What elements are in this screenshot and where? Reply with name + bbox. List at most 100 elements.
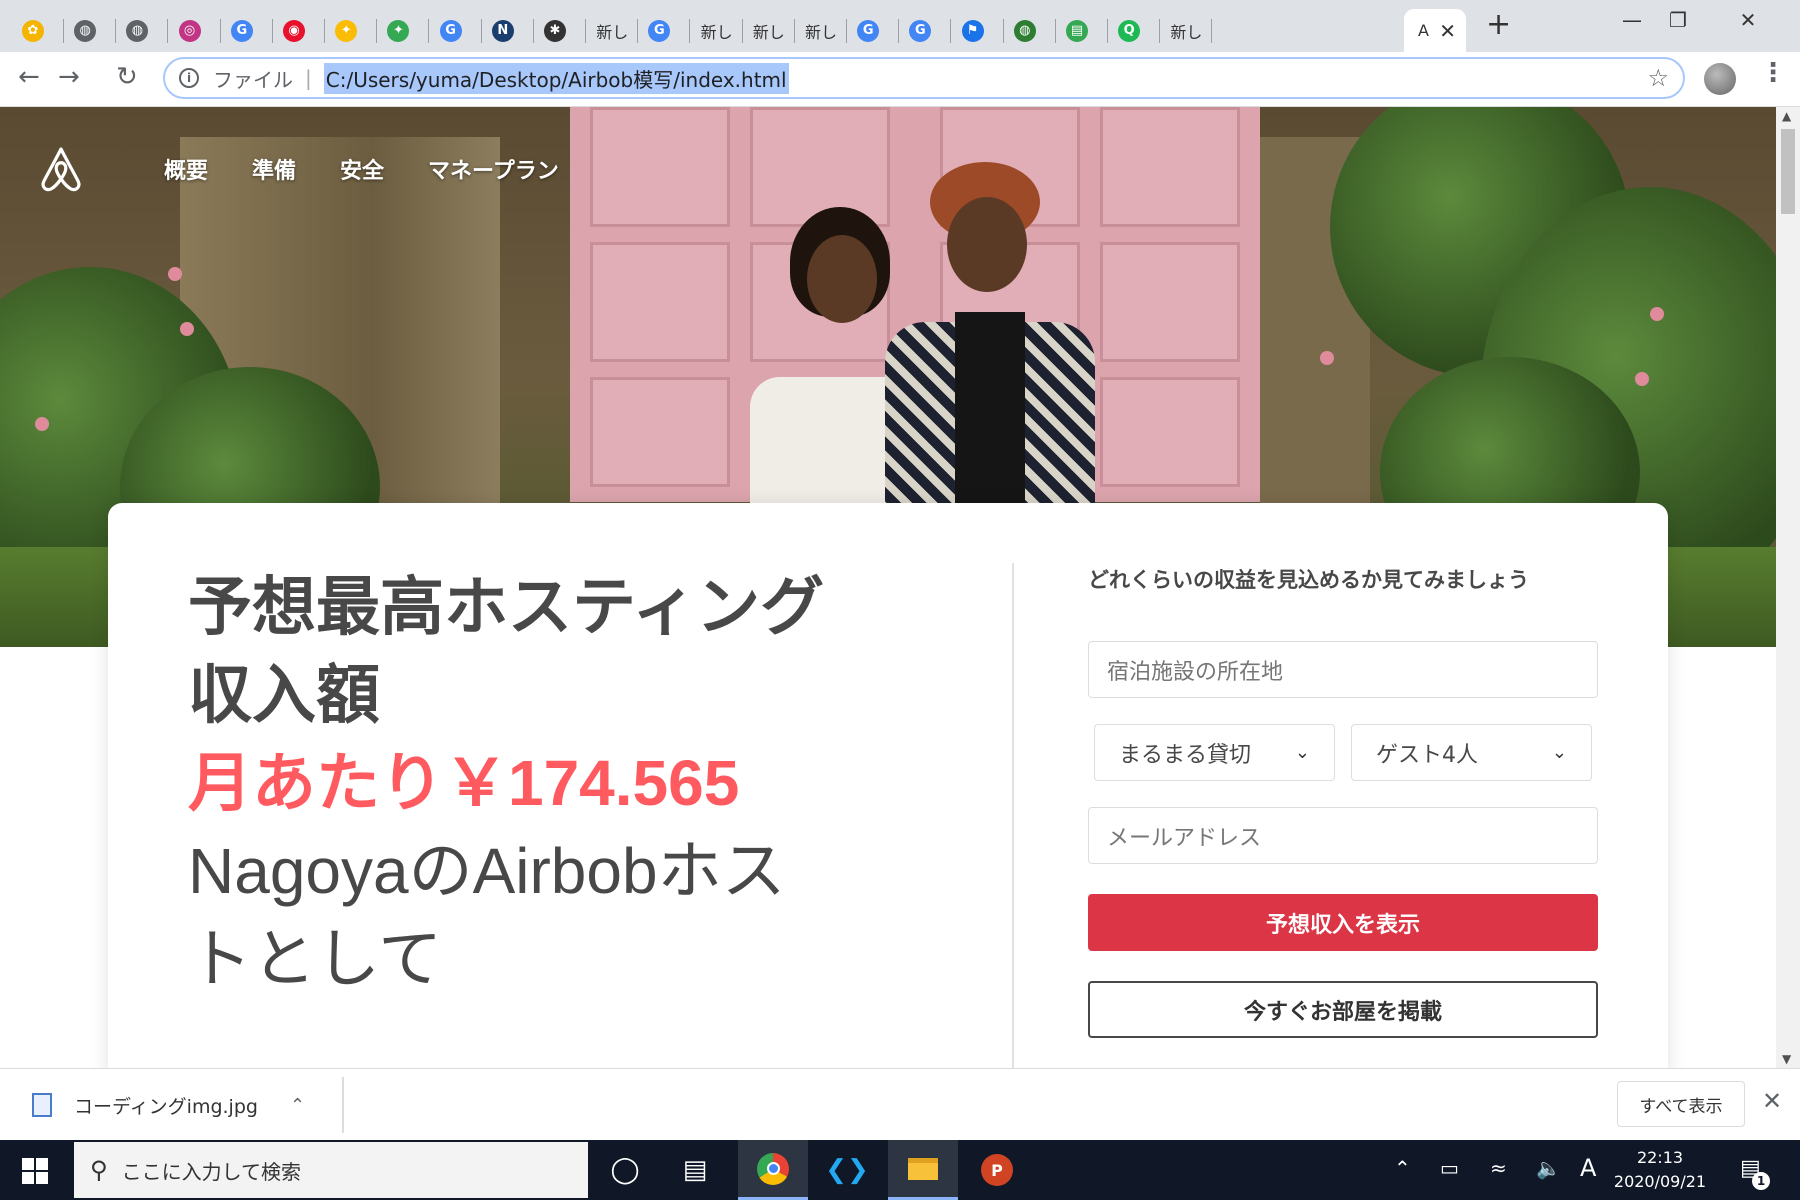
task-view-icon[interactable]: ▤ <box>660 1140 730 1200</box>
browser-toolbar: ← → ↻ i ファイル | C:/Users/yuma/Desktop/Air… <box>0 52 1800 107</box>
tray-chevron-up-icon[interactable]: ⌃ <box>1394 1156 1411 1180</box>
page-viewport: 概要 準備 安全 マネープラン 予想最高ホスティング 収入額 月あたり￥174.… <box>0 107 1776 1068</box>
address-url[interactable]: C:/Users/yuma/Desktop/Airbob模写/index.htm… <box>323 62 789 94</box>
browser-tab[interactable]: G <box>630 9 691 52</box>
headline-line: 予想最高ホスティング <box>188 571 825 643</box>
profile-avatar[interactable] <box>1704 63 1736 95</box>
q-icon: Q <box>1118 19 1141 42</box>
browser-tab[interactable]: 新し <box>578 9 639 52</box>
asterisk-icon: ✱ <box>544 19 566 42</box>
forward-arrow-icon[interactable]: → <box>58 62 80 92</box>
browser-tab[interactable]: G <box>213 9 273 52</box>
image-file-icon <box>32 1093 52 1117</box>
browser-tab[interactable]: N <box>474 9 534 52</box>
airbnb-logo-icon[interactable] <box>38 145 84 193</box>
location-field[interactable]: 宿泊施設の所在地 <box>1088 641 1598 698</box>
chevron-up-icon[interactable]: ⌃ <box>290 1095 305 1116</box>
pinwheel-icon: ✦ <box>387 19 410 42</box>
browser-tab-label: A <box>1418 21 1429 40</box>
address-scheme: ファイル <box>213 67 293 92</box>
list-room-button[interactable]: 今すぐお部屋を掲載 <box>1088 981 1598 1038</box>
download-file-name: コーディングimg.jpg <box>74 1095 258 1118</box>
vscode-icon[interactable]: ❮❯ <box>812 1140 882 1200</box>
browser-tab[interactable]: 新し <box>735 9 795 52</box>
nav-item-overview[interactable]: 概要 <box>164 153 208 185</box>
browser-tab[interactable]: 新し <box>1152 9 1213 52</box>
colorful-icon: ✿ <box>22 19 44 42</box>
show-estimate-button[interactable]: 予想収入を表示 <box>1088 894 1598 951</box>
close-icon[interactable]: ✕ <box>1762 1087 1782 1115</box>
browser-tab[interactable]: ⚑ <box>944 9 1004 52</box>
wifi-icon[interactable]: ≈ <box>1490 1156 1507 1180</box>
target-icon: ◉ <box>283 19 305 42</box>
new-tab-icon[interactable]: + <box>1486 10 1511 40</box>
window-close-icon[interactable]: ✕ <box>1718 8 1778 32</box>
google-icon: G <box>648 19 671 42</box>
close-tab-icon[interactable]: ✕ <box>1439 19 1456 43</box>
browser-tab[interactable]: ◉ <box>265 9 325 52</box>
google-icon: G <box>909 19 932 42</box>
browser-tab-label: 新し <box>596 22 629 42</box>
site-nav: 概要 準備 安全 マネープラン <box>38 145 559 193</box>
browser-tab[interactable]: 新し <box>787 9 847 52</box>
browser-tab[interactable]: G <box>839 9 900 52</box>
browser-tab[interactable]: ✿ <box>4 9 64 52</box>
ime-indicator[interactable]: A <box>1580 1154 1596 1182</box>
nav-item-safety[interactable]: 安全 <box>340 153 384 185</box>
scroll-down-icon[interactable]: ▼ <box>1782 1052 1791 1066</box>
taskbar-search-input[interactable]: ⚲ ここに入力して検索 <box>74 1142 588 1198</box>
volume-icon[interactable]: 🔈 <box>1536 1156 1561 1180</box>
file-explorer-icon[interactable] <box>888 1140 958 1200</box>
download-item[interactable]: コーディングimg.jpg ⌃ <box>22 1077 344 1133</box>
address-bar[interactable]: i ファイル | C:/Users/yuma/Desktop/Airbob模写/… <box>163 57 1685 99</box>
browser-tab[interactable]: 新し <box>683 9 743 52</box>
powerpoint-icon[interactable]: P <box>962 1140 1032 1200</box>
browser-tab[interactable]: Q <box>1100 9 1161 52</box>
browser-tab[interactable]: G <box>891 9 952 52</box>
reload-icon[interactable]: ↻ <box>116 62 138 92</box>
clock-time: 22:13 <box>1636 1148 1684 1167</box>
scroll-up-icon[interactable]: ▲ <box>1782 109 1791 123</box>
guests-select[interactable]: ゲスト4人 ⌄ <box>1351 724 1592 781</box>
page-scrollbar[interactable]: ▲ ▼ <box>1776 107 1800 1068</box>
browser-tab-label: 新し <box>805 22 838 42</box>
browser-menu-icon[interactable]: ⋮ <box>1760 58 1786 88</box>
card-divider <box>1012 563 1014 1068</box>
google-icon: G <box>857 19 880 42</box>
browser-tab-active[interactable]: A ✕ <box>1404 9 1466 52</box>
browser-tab[interactable]: ◎ <box>161 9 221 52</box>
bookmark-star-icon[interactable]: ☆ <box>1647 64 1669 92</box>
browser-tab[interactable]: ◍ <box>996 9 1056 52</box>
back-arrow-icon[interactable]: ← <box>18 62 40 92</box>
nav-item-prepare[interactable]: 準備 <box>252 153 296 185</box>
room-type-select[interactable]: まるまる貸切 ⌄ <box>1094 724 1335 781</box>
address-divider: | <box>305 66 312 90</box>
estimate-form: どれくらいの収益を見込めるか見てみましょう 宿泊施設の所在地 まるまる貸切 ⌄ … <box>1088 563 1598 1038</box>
earnings-card: 予想最高ホスティング 収入額 月あたり￥174.565 NagoyaのAirbo… <box>108 503 1668 1068</box>
browser-tab[interactable]: ◍ <box>108 9 169 52</box>
browser-tab-label: 新し <box>752 22 785 42</box>
info-icon[interactable]: i <box>179 68 199 88</box>
chrome-icon[interactable] <box>738 1140 808 1200</box>
maximize-icon[interactable]: ❐ <box>1648 8 1708 32</box>
browser-tab[interactable]: ✱ <box>526 9 586 52</box>
browser-tab[interactable]: ◍ <box>56 9 117 52</box>
cortana-icon[interactable]: ◯ <box>590 1140 660 1200</box>
browser-tab[interactable]: ▤ <box>1048 9 1108 52</box>
browser-tab[interactable]: G <box>422 9 482 52</box>
browser-tab[interactable]: ✦ <box>317 9 378 52</box>
taskbar-clock[interactable]: 22:13 2020/09/21 <box>1610 1146 1710 1194</box>
chevron-down-icon: ⌄ <box>1294 742 1310 763</box>
show-all-downloads-button[interactable]: すべて表示 <box>1617 1081 1745 1127</box>
battery-icon[interactable]: ▭ <box>1440 1156 1459 1180</box>
google-icon: G <box>230 19 253 42</box>
chevron-down-icon: ⌄ <box>1551 742 1567 763</box>
scroll-thumb[interactable] <box>1781 129 1795 214</box>
email-field[interactable]: メールアドレス <box>1088 807 1598 864</box>
monthly-earnings: 月あたり￥174.565 <box>188 747 740 819</box>
windows-start-icon[interactable] <box>22 1158 48 1184</box>
google-icon: G <box>439 19 462 42</box>
nav-item-money-plan[interactable]: マネープラン <box>428 153 559 185</box>
tab-separator <box>1211 19 1213 43</box>
browser-tab[interactable]: ✦ <box>369 9 430 52</box>
